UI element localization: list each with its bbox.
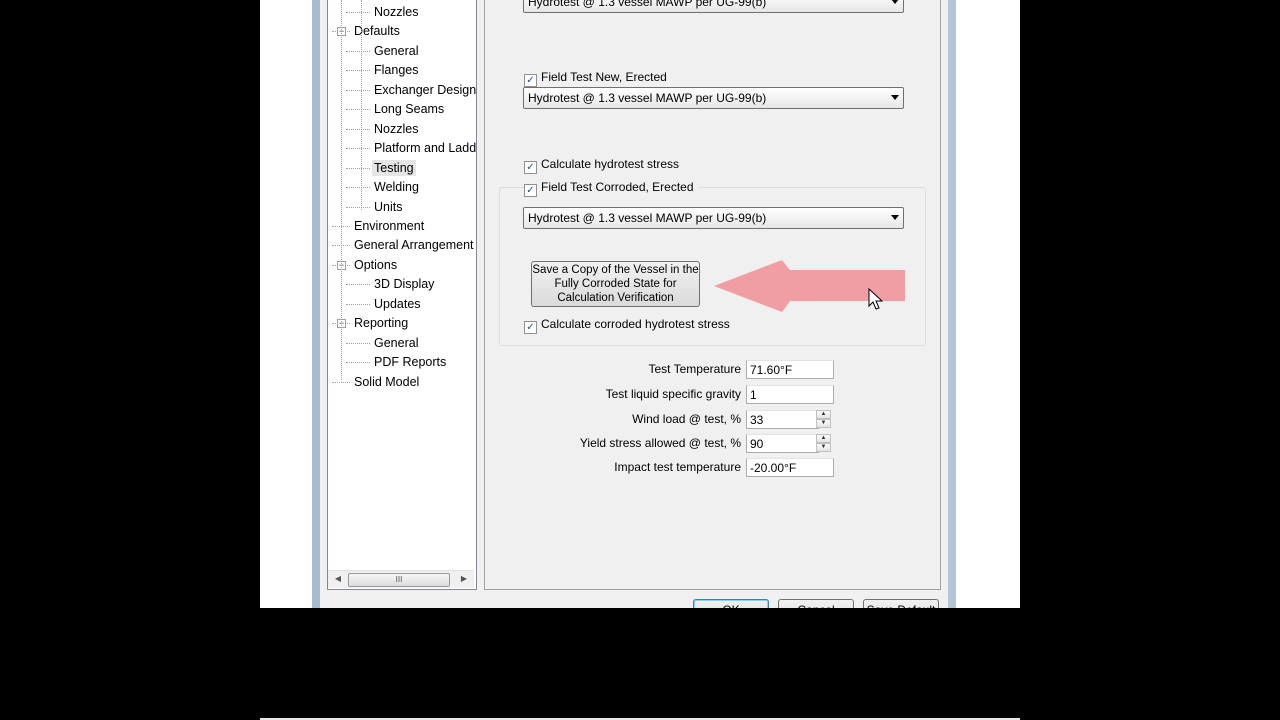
calc-hydrotest-label: Calculate hydrotest stress: [541, 157, 680, 171]
tree-connector: [346, 167, 370, 169]
tree-connector: [346, 362, 370, 364]
spin-up-icon[interactable]: ▲: [816, 410, 831, 419]
impact-temperature-label: Impact test temperature: [614, 460, 741, 474]
save-default-button[interactable]: Save Default: [863, 599, 939, 608]
cancel-button[interactable]: Cancel: [778, 599, 854, 608]
tree-horizontal-scrollbar[interactable]: ◀ III ▶: [328, 570, 474, 588]
yield-stress-stepper[interactable]: ▲ ▼: [816, 434, 831, 453]
calc-corroded-checkbox[interactable]: ✓: [524, 321, 537, 334]
wind-load-input[interactable]: 33: [746, 410, 819, 429]
tree-connector: [346, 70, 370, 72]
ok-button[interactable]: OK: [693, 599, 769, 608]
tree-connector: [346, 50, 370, 52]
tree-trunk-line: [341, 0, 342, 380]
specific-gravity-input[interactable]: 1: [746, 385, 834, 404]
scroll-left-icon[interactable]: ◀: [331, 573, 345, 585]
tree-item-platform-and-ladd[interactable]: Platform and Ladd: [374, 140, 476, 156]
dropdown-value: Hydrotest @ 1.3 vessel MAWP per UG-99(b): [528, 0, 767, 9]
chevron-down-icon: [891, 215, 899, 220]
spin-up-icon[interactable]: ▲: [816, 434, 831, 443]
tree-item-nozzles[interactable]: Nozzles: [374, 4, 418, 20]
calc-corroded-checkbox-row[interactable]: ✓ Calculate corroded hydrotest stress: [524, 317, 730, 334]
tree-item-updates[interactable]: Updates: [374, 296, 421, 312]
tree-item-long-seams[interactable]: Long Seams: [374, 101, 444, 117]
tree-branch-line: [361, 0, 362, 210]
impact-temperature-input[interactable]: -20.00°F: [746, 458, 834, 477]
spin-down-icon[interactable]: ▼: [816, 443, 831, 452]
spin-down-icon[interactable]: ▼: [816, 419, 831, 428]
tree-item-flanges[interactable]: Flanges: [374, 62, 418, 78]
field-test-corroded-checkbox[interactable]: ✓: [524, 184, 537, 197]
dropdown-value: Hydrotest @ 1.3 vessel MAWP per UG-99(b): [528, 91, 767, 105]
top-test-type-dropdown[interactable]: Hydrotest @ 1.3 vessel MAWP per UG-99(b): [523, 0, 904, 13]
scroll-thumb[interactable]: III: [348, 573, 450, 587]
tree-connector: [346, 109, 370, 111]
wind-load-stepper[interactable]: ▲ ▼: [816, 410, 831, 429]
test-temperature-label: Test Temperature: [648, 362, 742, 376]
scroll-right-icon[interactable]: ▶: [457, 573, 471, 585]
calc-corroded-label: Calculate corroded hydrotest stress: [541, 317, 730, 331]
tree-item-options[interactable]: Options: [354, 257, 397, 273]
yield-stress-label: Yield stress allowed @ test, %: [579, 436, 741, 450]
tree-item-pdf-reports[interactable]: PDF Reports: [374, 354, 446, 370]
calc-hydrotest-checkbox-row[interactable]: ✓ Calculate hydrotest stress: [524, 157, 679, 174]
calc-hydrotest-checkbox[interactable]: ✓: [524, 161, 537, 174]
tree-connector: [346, 148, 370, 150]
tree-connector: [346, 187, 370, 189]
tree-item-units[interactable]: Units: [374, 199, 402, 215]
tree-connector: [346, 303, 370, 305]
tree-connector: [332, 381, 350, 383]
tree-item-general-arrangement[interactable]: General Arrangement: [354, 237, 474, 253]
tree-item-nozzles[interactable]: Nozzles: [374, 121, 418, 137]
field-test-new-checkbox-row[interactable]: ✓ Field Test New, Erected: [524, 70, 667, 87]
tree-item-3d-display[interactable]: 3D Display: [374, 276, 434, 292]
save-corroded-copy-button[interactable]: Save a Copy of the Vessel in the Fully C…: [531, 261, 700, 307]
screen-area: Nozzles Defaults − General Flanges Exchanger …: [260, 0, 1020, 608]
field-test-new-dropdown[interactable]: Hydrotest @ 1.3 vessel MAWP per UG-99(b): [523, 87, 904, 109]
test-temperature-input[interactable]: 71.60°F: [746, 360, 834, 379]
field-test-new-checkbox[interactable]: ✓: [524, 74, 537, 87]
tree-item-reporting[interactable]: Reporting: [354, 315, 408, 331]
tree-connector: [346, 128, 370, 130]
tree-item-exchanger-design[interactable]: Exchanger Design: [374, 82, 476, 98]
chevron-down-icon: [891, 95, 899, 100]
field-test-new-label: Field Test New, Erected: [541, 70, 667, 84]
options-tree[interactable]: Nozzles Defaults − General Flanges Exchanger …: [327, 0, 477, 590]
yield-stress-input[interactable]: 90: [746, 434, 819, 453]
chevron-down-icon: [891, 0, 899, 4]
tree-item-general[interactable]: General: [374, 335, 418, 351]
tree-item-general[interactable]: General: [374, 43, 418, 59]
tree-item-testing[interactable]: Testing: [372, 159, 416, 176]
tree-item-welding[interactable]: Welding: [374, 179, 419, 195]
tree-connector: [346, 342, 370, 344]
tree-connector: [346, 89, 370, 91]
dropdown-value: Hydrotest @ 1.3 vessel MAWP per UG-99(b): [528, 211, 767, 225]
tree-connector: [346, 206, 370, 208]
field-test-corroded-dropdown[interactable]: Hydrotest @ 1.3 vessel MAWP per UG-99(b): [523, 207, 904, 229]
tree-connector: [346, 284, 370, 286]
field-test-corroded-checkbox-row[interactable]: ✓ Field Test Corroded, Erected: [524, 180, 698, 197]
field-test-corroded-label: Field Test Corroded, Erected: [541, 180, 694, 194]
tree-item-environment[interactable]: Environment: [354, 218, 424, 234]
tree-connector: [346, 12, 370, 13]
mouse-cursor-icon: [868, 288, 884, 310]
wind-load-label: Wind load @ test, %: [632, 412, 741, 426]
tree-item-solid-model[interactable]: Solid Model: [354, 374, 419, 390]
specific-gravity-label: Test liquid specific gravity: [605, 387, 741, 401]
